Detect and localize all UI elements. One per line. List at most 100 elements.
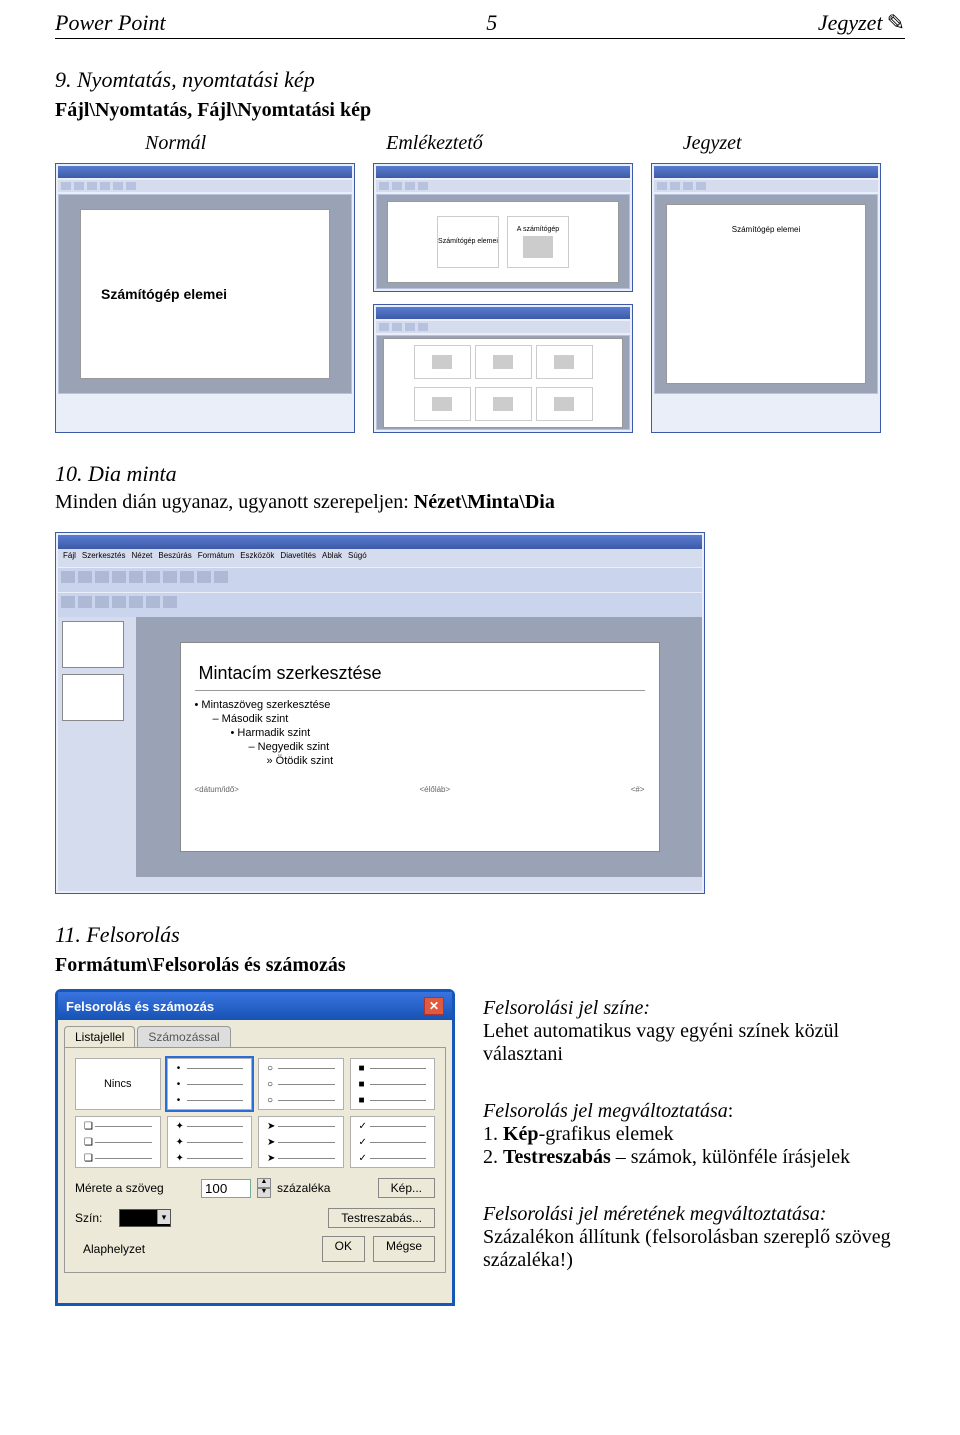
- size-suffix: százaléka: [277, 1181, 330, 1195]
- tab-bulleted[interactable]: Listajellel: [64, 1026, 135, 1047]
- section-11-description: Felsorolási jel színe: Lehet automatikus…: [483, 989, 905, 1306]
- color-label: Szín:: [75, 1211, 113, 1225]
- window-toolbar: [654, 180, 878, 192]
- window-toolbar: [376, 180, 630, 192]
- menu-item[interactable]: Súgó: [348, 551, 367, 565]
- bullet-option-disc[interactable]: •••: [167, 1058, 253, 1110]
- menu-item[interactable]: Ablak: [322, 551, 342, 565]
- desc-text-color: Lehet automatikus vagy egyéni színek köz…: [483, 1020, 905, 1066]
- spin-down-icon[interactable]: ▼: [257, 1188, 271, 1198]
- slide-thumbnail[interactable]: [62, 674, 124, 721]
- picture-button[interactable]: Kép...: [378, 1178, 435, 1198]
- outline-level-2: – Második szint: [213, 713, 645, 725]
- notes-canvas: Számítógép elemei: [654, 194, 878, 394]
- menu-item[interactable]: Beszúrás: [158, 551, 191, 565]
- bullet-option-hollow-square[interactable]: ❏❏❏: [75, 1116, 161, 1168]
- outline-level-3: • Harmadik szint: [231, 727, 645, 739]
- desc-heading-size: Felsorolási jel méretének megváltoztatás…: [483, 1203, 905, 1226]
- bullet-option-arrow[interactable]: ➤➤➤: [258, 1116, 344, 1168]
- footer-date: <dátum/idő>: [195, 785, 239, 794]
- section-9-screenshots: Számítógép elemei Számítógép elemei A sz…: [55, 163, 905, 433]
- handout-canvas: [376, 335, 630, 430]
- header-right: Jegyzet✎: [818, 10, 905, 36]
- slide-thumbnail[interactable]: [62, 621, 124, 668]
- tab-numbered[interactable]: Számozással: [137, 1026, 230, 1047]
- footer-text: <élőláb>: [419, 785, 450, 794]
- col-label-reminder: Emlékeztető: [386, 132, 483, 155]
- color-picker[interactable]: ▾: [119, 1209, 171, 1227]
- screenshot-handout-1: Számítógép elemei A számítógép: [373, 163, 633, 292]
- bullets-numbering-dialog: Felsorolás és számozás ✕ Listajellel Szá…: [55, 989, 455, 1306]
- handout-canvas: Számítógép elemei A számítógép: [376, 194, 630, 289]
- list-number: 1.: [483, 1123, 503, 1145]
- window-toolbar: [58, 568, 702, 592]
- dialog-button-row: Alaphelyzet OK Mégse: [75, 1236, 435, 1262]
- dialog-tabs: Listajellel Számozással: [58, 1020, 452, 1047]
- window-menubar: Fájl Szerkesztés Nézet Beszúrás Formátum…: [58, 549, 702, 567]
- size-spinner[interactable]: ▲▼: [257, 1178, 271, 1198]
- list-tail: -grafikus elemek: [539, 1123, 674, 1145]
- color-row: Szín: ▾ Testreszabás...: [75, 1208, 435, 1228]
- menu-item[interactable]: Fájl: [63, 551, 76, 565]
- outline-level-5: » Ötödik szint: [267, 755, 645, 767]
- handout-cell: A számítógép: [507, 216, 569, 268]
- size-row: Mérete a szöveg ▲▼ százaléka Kép...: [75, 1178, 435, 1198]
- window-toolbar: [376, 321, 630, 333]
- reset-button[interactable]: Alaphelyzet: [75, 1236, 314, 1262]
- master-slide: Mintacím szerkesztése • Mintaszöveg szer…: [180, 642, 660, 852]
- desc-list-item-1: 1. Kép-grafikus elemek: [483, 1123, 905, 1146]
- outline-level-4: – Negyedik szint: [249, 741, 645, 753]
- bullet-option-check[interactable]: ✓✓✓: [350, 1116, 436, 1168]
- size-label: Mérete a szöveg: [75, 1181, 195, 1195]
- desc-text-size: Százalékon állítunk (felsorolásban szere…: [483, 1226, 905, 1272]
- menu-item[interactable]: Formátum: [198, 551, 234, 565]
- master-title-placeholder[interactable]: Mintacím szerkesztése: [195, 657, 645, 691]
- handout-cell: [475, 345, 532, 379]
- header-left: Power Point: [55, 10, 166, 36]
- list-bold: Testreszabás: [503, 1146, 611, 1168]
- page-header: Power Point 5 Jegyzet✎: [55, 10, 905, 39]
- menu-item[interactable]: Szerkesztés: [82, 551, 126, 565]
- handout-cell: [414, 387, 471, 421]
- section-9-column-labels: Normál Emlékeztető Jegyzet: [55, 132, 905, 155]
- handout-thumbnail: [554, 397, 574, 411]
- col-label-normal: Normál: [145, 132, 206, 155]
- section-10-text: Minden dián ugyanaz, ugyanott szerepelje…: [55, 491, 905, 514]
- menu-item[interactable]: Diavetítés: [280, 551, 316, 565]
- master-body-placeholder[interactable]: • Mintaszöveg szerkesztése – Második szi…: [195, 699, 645, 767]
- menu-item[interactable]: Nézet: [131, 551, 152, 565]
- screenshot-notes-view: Számítógép elemei: [651, 163, 881, 433]
- slide-canvas: Számítógép elemei: [58, 194, 352, 394]
- window-toolbar: [58, 593, 702, 617]
- chevron-down-icon[interactable]: ▾: [157, 1210, 170, 1224]
- editor-body: Mintacím szerkesztése • Mintaszöveg szer…: [58, 617, 702, 877]
- section-10-path: Nézet\Minta\Dia: [414, 491, 555, 513]
- bullet-option-square[interactable]: ■■■: [350, 1058, 436, 1110]
- desc-heading-change: Felsorolás jel megváltoztatása:: [483, 1100, 905, 1123]
- editor-main: Mintacím szerkesztése • Mintaszöveg szer…: [137, 617, 702, 877]
- bullet-option-none[interactable]: Nincs: [75, 1058, 161, 1110]
- slide-content: Számítógép elemei: [80, 209, 330, 379]
- outline-level-1: • Mintaszöveg szerkesztése: [195, 699, 645, 711]
- handout-thumbnail: [554, 355, 574, 369]
- bullet-option-circle[interactable]: ○○○: [258, 1058, 344, 1110]
- window-titlebar: [58, 535, 702, 549]
- handout-cell: [536, 387, 593, 421]
- spin-up-icon[interactable]: ▲: [257, 1178, 271, 1188]
- menu-item[interactable]: Eszközök: [240, 551, 274, 565]
- notes-page: Számítógép elemei: [666, 204, 866, 384]
- footer-slidenum: <#>: [631, 785, 645, 794]
- cancel-button[interactable]: Mégse: [373, 1236, 435, 1262]
- pencil-icon: ✎: [887, 10, 905, 35]
- size-input[interactable]: [201, 1179, 251, 1198]
- desc-heading-change-colon: :: [728, 1100, 734, 1122]
- window-toolbar: [58, 180, 352, 192]
- bullet-none-label: Nincs: [104, 1078, 132, 1090]
- handout-cell-label: Számítógép elemei: [438, 238, 498, 245]
- desc-list-item-2: 2. Testreszabás – számok, különféle írás…: [483, 1146, 905, 1169]
- bullet-option-star[interactable]: ✦✦✦: [167, 1116, 253, 1168]
- list-number: 2.: [483, 1146, 503, 1168]
- ok-button[interactable]: OK: [322, 1236, 365, 1262]
- customize-button[interactable]: Testreszabás...: [328, 1208, 435, 1228]
- close-icon[interactable]: ✕: [424, 997, 444, 1015]
